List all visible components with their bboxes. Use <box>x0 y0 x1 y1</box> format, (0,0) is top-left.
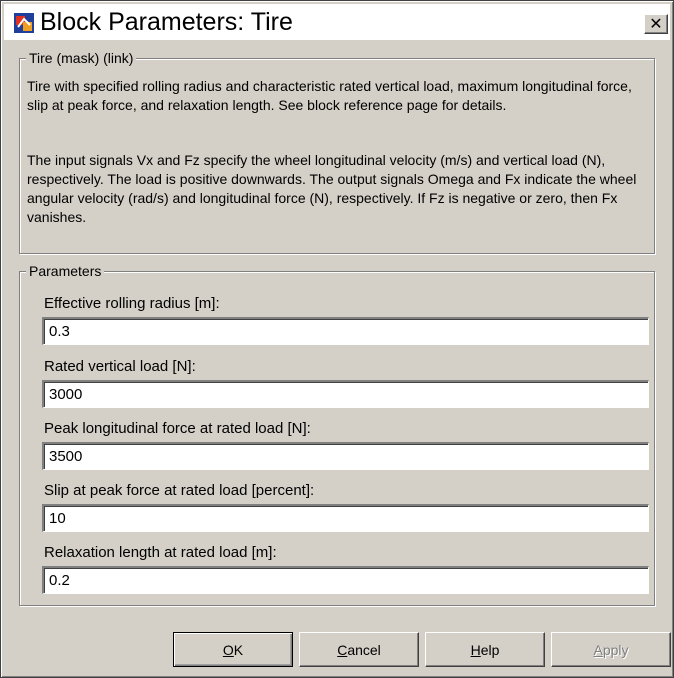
title-bar[interactable]: Block Parameters: Tire ✕ <box>4 4 670 40</box>
rated-vertical-load-label: Rated vertical load [N]: <box>44 358 196 375</box>
apply-label: pply <box>602 641 629 658</box>
help-label: elp <box>480 641 500 658</box>
cancel-label: ancel <box>347 641 381 658</box>
rolling-radius-input[interactable] <box>42 317 649 345</box>
parameters-group-label: Parameters <box>26 263 105 279</box>
description-text: Tire with specified rolling radius and c… <box>27 78 632 113</box>
peak-longitudinal-force-label: Peak longitudinal force at rated load [N… <box>44 420 311 437</box>
relaxation-length-label: Relaxation length at rated load [m]: <box>44 544 277 561</box>
cancel-accelerator: C <box>337 641 348 658</box>
rolling-radius-label: Effective rolling radius [m]: <box>44 295 220 312</box>
block-parameters-dialog: Block Parameters: Tire ✕ Tire (mask) (li… <box>0 0 674 678</box>
ok-button[interactable]: OK <box>173 632 293 667</box>
window-title: Block Parameters: Tire <box>40 8 293 36</box>
simulink-block-icon <box>14 13 34 33</box>
peak-longitudinal-force-input[interactable] <box>42 442 649 470</box>
apply-button[interactable]: Apply <box>551 632 671 667</box>
close-icon: ✕ <box>649 14 663 33</box>
rated-vertical-load-input[interactable] <box>42 380 649 408</box>
cancel-button[interactable]: Cancel <box>299 632 419 667</box>
slip-at-peak-force-input[interactable] <box>42 504 649 532</box>
ok-label: K <box>233 641 244 658</box>
apply-accelerator: A <box>593 641 603 658</box>
help-accelerator: H <box>470 641 481 658</box>
close-button[interactable]: ✕ <box>644 14 668 34</box>
slip-at-peak-force-label: Slip at peak force at rated load [percen… <box>44 482 315 499</box>
relaxation-length-input[interactable] <box>42 566 649 594</box>
ok-accelerator: O <box>222 641 234 658</box>
description-text-io: The input signals Vx and Fz specify the … <box>27 152 637 225</box>
description-group-label: Tire (mask) (link) <box>26 50 137 66</box>
help-button[interactable]: Help <box>425 632 545 667</box>
